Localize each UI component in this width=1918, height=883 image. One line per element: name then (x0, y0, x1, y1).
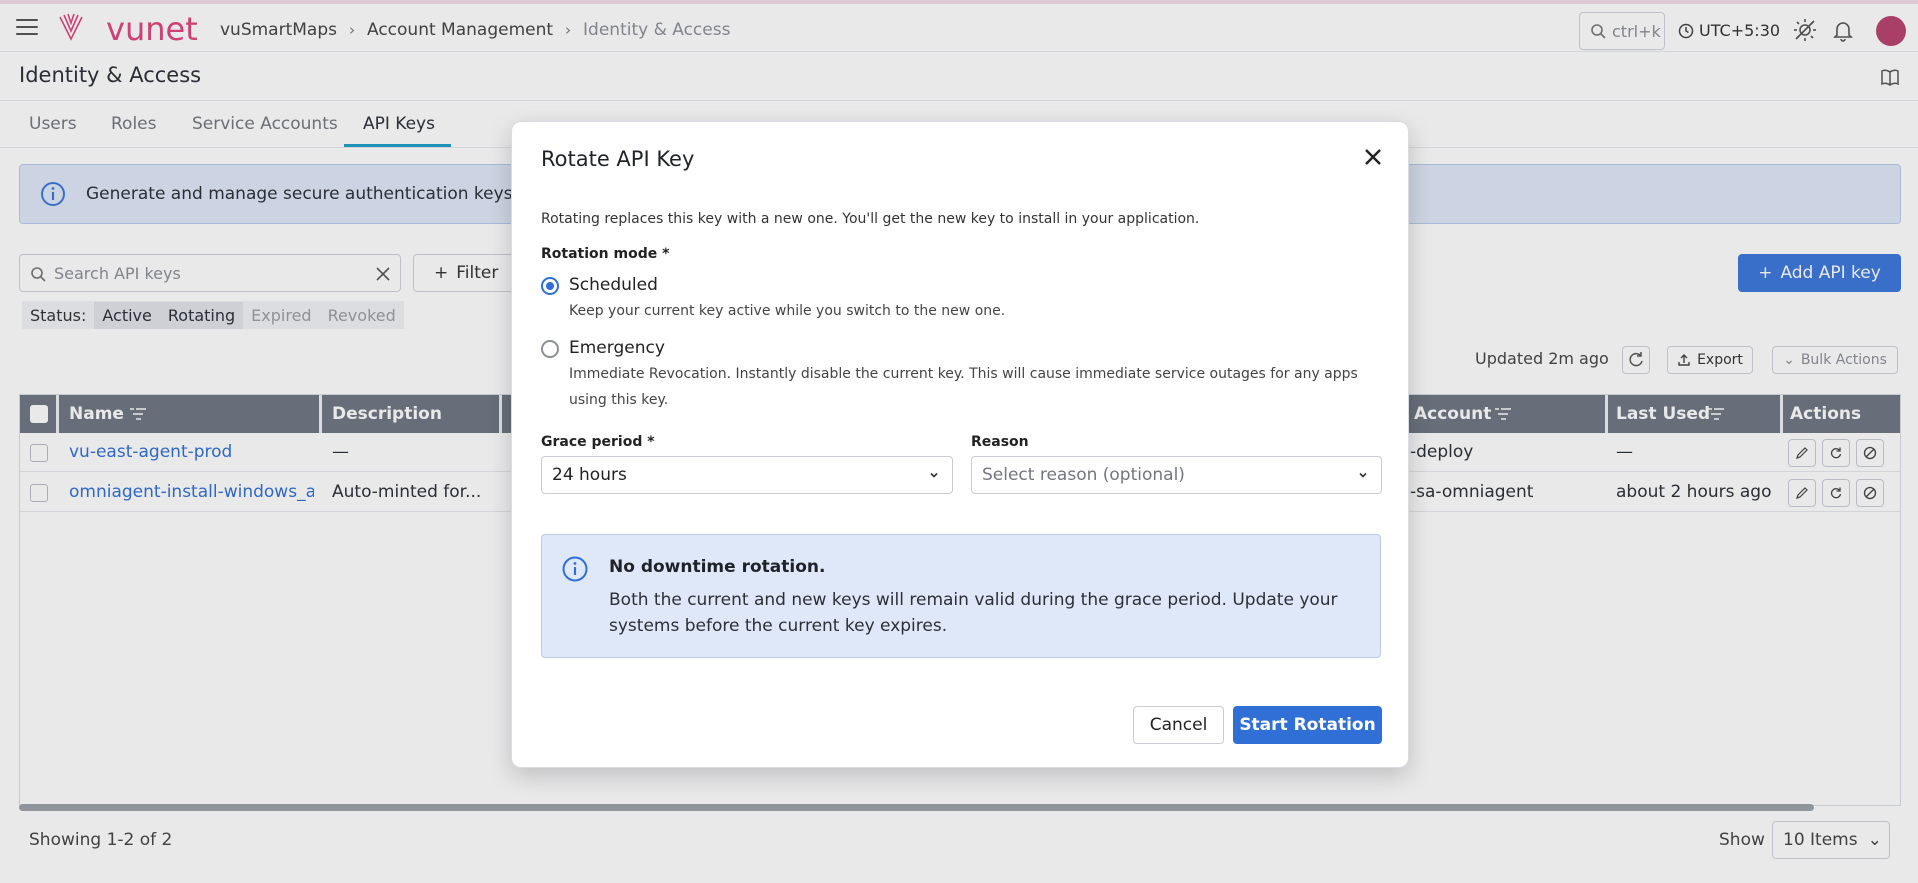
cancel-button[interactable]: Cancel (1133, 706, 1224, 744)
reason-select[interactable]: Select reason (optional) (971, 456, 1382, 494)
callout-body: Both the current and new keys will remai… (609, 590, 1338, 636)
scheduled-radio[interactable] (541, 277, 559, 295)
reason-placeholder: Select reason (optional) (982, 465, 1185, 485)
info-icon (562, 556, 588, 582)
scheduled-help: Keep your current key active while you s… (569, 303, 1006, 319)
close-icon[interactable] (1360, 144, 1386, 170)
dialog-title: Rotate API Key (541, 147, 695, 171)
callout-title: No downtime rotation. (609, 557, 826, 577)
emergency-radio[interactable] (541, 340, 559, 358)
grace-period-value: 24 hours (552, 465, 627, 485)
scheduled-label[interactable]: Scheduled (569, 275, 658, 295)
chevron-down-icon (930, 472, 938, 478)
rotation-mode-label: Rotation mode * (541, 246, 670, 262)
no-downtime-callout: No downtime rotation. Both the current a… (541, 534, 1381, 658)
start-rotation-button[interactable]: Start Rotation (1233, 706, 1382, 744)
rotate-api-key-dialog: Rotate API Key Rotating replaces this ke… (511, 121, 1409, 768)
emergency-label[interactable]: Emergency (569, 338, 665, 358)
emergency-help: Immediate Revocation. Instantly disable … (569, 366, 1358, 408)
reason-label: Reason (971, 434, 1029, 450)
grace-period-label: Grace period * (541, 434, 655, 450)
chevron-down-icon (1359, 472, 1367, 478)
grace-period-select[interactable]: 24 hours (541, 456, 953, 494)
dialog-description: Rotating replaces this key with a new on… (541, 211, 1200, 227)
